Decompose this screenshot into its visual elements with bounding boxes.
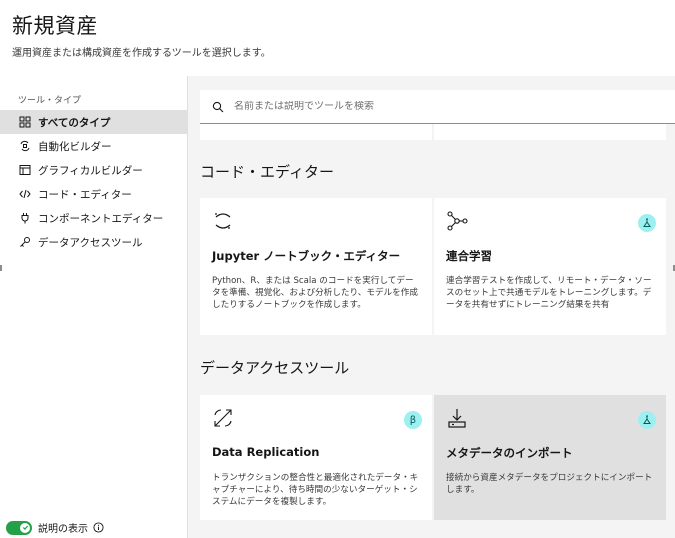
card-description: Python、R、または Scala のコードを実行してデータを準備、視覚化、お… — [212, 276, 418, 310]
notebook-icon — [212, 210, 234, 232]
info-icon[interactable] — [93, 522, 104, 533]
checkmark-icon — [20, 522, 30, 533]
trial-badge-icon — [638, 214, 656, 232]
description-toggle[interactable] — [6, 520, 32, 535]
section-title-data-access-tools: データアクセスツール — [200, 359, 350, 377]
search-input[interactable] — [234, 101, 654, 112]
description-toggle-row: 説明の表示 — [6, 520, 104, 535]
tools-main-panel: コード・エディター Jupyter ノートブック・エディター Python、R、… — [188, 76, 675, 538]
sidebar-item-component-editor[interactable]: コンポーネントエディター — [0, 206, 187, 230]
replication-icon — [212, 407, 234, 429]
section-title-code-editor: コード・エディター — [200, 163, 334, 181]
sidebar-item-label: コンポーネントエディター — [38, 212, 164, 225]
sidebar-item-automation-builder[interactable]: 自動化ビルダー — [0, 134, 187, 158]
card-description: 接続から資産メタデータをプロジェクトにインポートします。 — [446, 473, 653, 495]
page-header: 新規資産 運用資産または構成資産を作成するツールを選択します。 — [0, 0, 675, 76]
sidebar-item-label: すべてのタイプ — [38, 116, 111, 129]
sidebar-item-all-types[interactable]: すべてのタイプ — [0, 110, 187, 134]
search-icon — [212, 101, 224, 112]
card-title: メタデータのインポート — [446, 446, 573, 460]
left-resize-handle[interactable] — [0, 265, 2, 271]
beta-badge: β — [404, 411, 422, 429]
federated-learning-icon — [446, 210, 468, 232]
plug-icon — [18, 212, 31, 225]
page-subtitle: 運用資産または構成資産を作成するツールを選択します。 — [12, 48, 271, 59]
automation-icon — [18, 140, 31, 153]
card-title: Data Replication — [212, 445, 320, 459]
grid-icon — [18, 116, 31, 129]
card-description: トランザクションの整合性と最適化されたデータ・キャプチャーにより、待ち時間の少な… — [212, 473, 419, 507]
sidebar-item-label: データアクセスツール — [38, 236, 143, 249]
sidebar-item-code-editor[interactable]: コード・エディター — [0, 182, 187, 206]
tool-card-data-replication[interactable]: β Data Replication トランザクションの整合性と最適化されたデー… — [200, 395, 432, 520]
code-icon — [18, 188, 31, 201]
tool-type-sidebar: ツール・タイプ すべてのタイプ 自動化ビルダー グラフィカルビルダー コード・エ… — [0, 76, 188, 538]
import-icon — [446, 407, 468, 429]
trial-badge-icon — [638, 411, 656, 429]
card-description: 連合学習テストを作成して、リモート・データ・ソースのセット上で共通モデルをトレー… — [446, 276, 652, 310]
sidebar-item-graphical-builder[interactable]: グラフィカルビルダー — [0, 158, 187, 182]
flow-window-icon — [18, 164, 31, 177]
sidebar-item-label: 自動化ビルダー — [38, 140, 112, 153]
search-bar — [200, 90, 675, 124]
card-title: Jupyter ノートブック・エディター — [212, 249, 401, 263]
sidebar-item-label: グラフィカルビルダー — [38, 164, 143, 177]
page-title: 新規資産 — [12, 14, 98, 38]
sidebar-item-data-access-tools[interactable]: データアクセスツール — [0, 230, 187, 254]
description-toggle-label: 説明の表示 — [38, 524, 88, 535]
key-icon — [18, 236, 31, 249]
tool-card-federated-learning[interactable]: 連合学習 連合学習テストを作成して、リモート・データ・ソースのセット上で共通モデ… — [434, 198, 666, 335]
sidebar-item-label: コード・エディター — [38, 188, 132, 201]
tool-card-jupyter[interactable]: Jupyter ノートブック・エディター Python、R、または Scala … — [200, 198, 432, 335]
card-title: 連合学習 — [446, 249, 492, 263]
sidebar-heading: ツール・タイプ — [18, 96, 82, 106]
sidebar-list: すべてのタイプ 自動化ビルダー グラフィカルビルダー コード・エディター コンポ… — [0, 110, 187, 254]
tool-card-metadata-import[interactable]: メタデータのインポート 接続から資産メタデータをプロジェクトにインポートします。 — [434, 395, 666, 520]
